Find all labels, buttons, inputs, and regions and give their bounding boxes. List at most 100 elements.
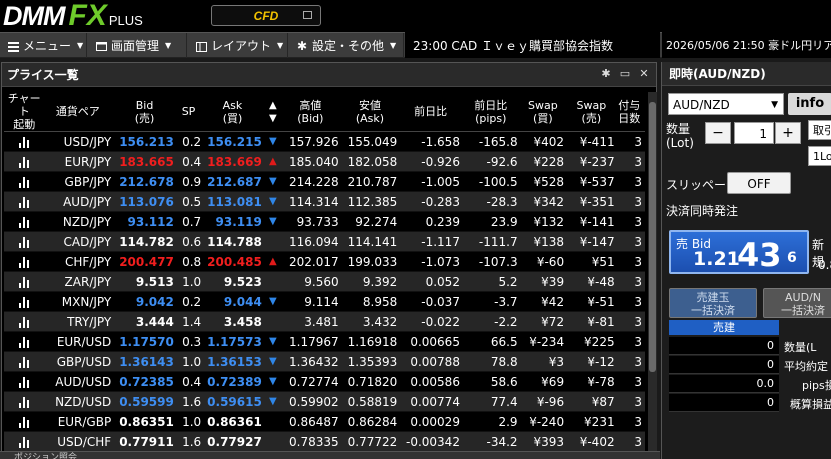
- bid-cell[interactable]: 0.59599: [115, 391, 176, 412]
- bid-cell[interactable]: 183.665: [115, 151, 176, 172]
- col-change-pips[interactable]: 前日比 (pips): [463, 92, 522, 132]
- bid-cell[interactable]: 114.782: [115, 231, 176, 252]
- col-bid[interactable]: Bid (売): [115, 92, 176, 132]
- ask-cell[interactable]: 200.485: [203, 251, 264, 272]
- ask-cell[interactable]: 1.36153: [203, 351, 264, 372]
- settings-button[interactable]: ✱ 設定・その他 ▼: [289, 33, 404, 58]
- price-row[interactable]: GBP/JPY 212.678 0.9 212.687 ▼ 214.228 210.787-…: [4, 171, 645, 192]
- maximize-icon[interactable]: ▭: [619, 68, 631, 80]
- chart-launch-icon[interactable]: [4, 391, 45, 412]
- slippage-toggle[interactable]: OFF: [727, 172, 791, 194]
- datetime-ticker[interactable]: 2026/05/06 21:50 豪ドル円リアル: [662, 32, 831, 58]
- lot-unit-box[interactable]: 1Lo: [808, 146, 831, 166]
- ask-cell[interactable]: 113.081: [203, 191, 264, 212]
- bid-cell[interactable]: 212.678: [115, 171, 176, 192]
- price-row[interactable]: CAD/JPY 114.782 0.6 114.788 116.094 114.141 -1…: [4, 231, 645, 252]
- ask-cell[interactable]: 9.523: [203, 271, 264, 292]
- price-row[interactable]: EUR/USD 1.17570 0.3 1.17573 ▼ 1.17967 1.16918 0…: [4, 331, 645, 352]
- ask-cell[interactable]: 0.59615: [203, 391, 264, 412]
- bid-cell[interactable]: 0.72385: [115, 371, 176, 392]
- chart-launch-icon[interactable]: [4, 171, 45, 192]
- qty-input[interactable]: 1: [734, 122, 774, 144]
- sell-position-settle-button[interactable]: 売建玉 一括決済: [669, 288, 757, 318]
- price-row[interactable]: AUD/JPY 113.076 0.5 113.081 ▼ 114.314 112.385-…: [4, 191, 645, 212]
- layout-button[interactable]: レイアウト ▼: [188, 33, 288, 58]
- ask-cell[interactable]: 93.119: [203, 211, 264, 232]
- ask-cell[interactable]: 9.044: [203, 291, 264, 312]
- chart-launch-icon[interactable]: [4, 351, 45, 372]
- bid-cell[interactable]: 113.076: [115, 191, 176, 212]
- ask-cell[interactable]: 156.215: [203, 131, 264, 152]
- col-days[interactable]: 付与 日数: [616, 92, 645, 132]
- chart-launch-icon[interactable]: [4, 211, 45, 232]
- bid-cell[interactable]: 93.112: [115, 211, 176, 232]
- pair-select[interactable]: AUD/NZD ▼: [668, 93, 784, 115]
- chart-launch-icon[interactable]: [4, 151, 45, 172]
- price-row[interactable]: CHF/JPY 200.477 0.8 200.485 ▲ 202.017 199.033-…: [4, 251, 645, 272]
- menu-button[interactable]: メニュー ▼: [0, 33, 87, 58]
- chart-launch-icon[interactable]: [4, 371, 45, 392]
- bid-cell[interactable]: 3.444: [115, 311, 176, 332]
- chart-launch-icon[interactable]: [4, 251, 45, 272]
- chart-launch-icon[interactable]: [4, 411, 45, 432]
- news-ticker[interactable]: 23:00 CAD Ｉｖｅｙ購買部協会指数: [405, 32, 660, 58]
- price-row[interactable]: MXN/JPY 9.042 0.2 9.044 ▼ 9.114 8.958 -0.037 -3.…: [4, 291, 645, 312]
- bid-cell[interactable]: 0.86351: [115, 411, 176, 432]
- bid-cell[interactable]: 1.36143: [115, 351, 176, 372]
- sell-pips-value: 0.0: [669, 375, 779, 393]
- chart-launch-icon[interactable]: [4, 131, 45, 152]
- ask-cell[interactable]: 0.86361: [203, 411, 264, 432]
- ask-cell[interactable]: 0.72389: [203, 371, 264, 392]
- bid-cell[interactable]: 9.042: [115, 291, 176, 312]
- price-row[interactable]: EUR/JPY 183.665 0.4 183.669 ▲ 185.040 182.058-…: [4, 151, 645, 172]
- bid-cell[interactable]: 200.477: [115, 251, 176, 272]
- pair-settle-button[interactable]: AUD/N 一括決済: [763, 288, 831, 318]
- col-swap-buy[interactable]: Swap (買): [521, 92, 569, 132]
- sell-bid-button[interactable]: 売 Bid 1.21 43 6: [669, 230, 809, 274]
- chart-launch-icon[interactable]: [4, 271, 45, 292]
- qty-minus-button[interactable]: −: [705, 122, 731, 144]
- ask-cell[interactable]: 212.687: [203, 171, 264, 192]
- price-list-scrollbar[interactable]: [648, 92, 657, 458]
- chart-launch-icon[interactable]: [4, 311, 45, 332]
- ask-cell[interactable]: 114.788: [203, 231, 264, 252]
- ask-cell[interactable]: 0.77927: [203, 431, 264, 452]
- col-swap-sell[interactable]: Swap (売): [568, 92, 617, 132]
- bid-cell[interactable]: 1.17570: [115, 331, 176, 352]
- qty-plus-button[interactable]: +: [775, 122, 801, 144]
- bid-cell[interactable]: 9.513: [115, 271, 176, 292]
- price-row[interactable]: USD/CHF 0.77911 1.6 0.77927 0.78335 0.77722 -0…: [4, 431, 645, 452]
- gear-icon[interactable]: ✱: [600, 68, 612, 80]
- position-panel-title[interactable]: ポジション照会: [0, 451, 660, 459]
- col-high[interactable]: 高値 (Bid): [282, 92, 343, 132]
- close-icon[interactable]: ✕: [638, 68, 650, 80]
- chart-launch-icon[interactable]: [4, 291, 45, 312]
- col-change[interactable]: 前日比: [401, 92, 464, 132]
- price-row[interactable]: USD/JPY 156.213 0.2 156.215 ▼ 157.926 155.049-…: [4, 131, 645, 152]
- info-button[interactable]: info: [788, 93, 831, 115]
- ask-cell[interactable]: 1.17573: [203, 331, 264, 352]
- price-row[interactable]: ZAR/JPY 9.513 1.0 9.523 9.560 9.392 0.052 5.2 ¥3…: [4, 271, 645, 292]
- scrollbar-thumb[interactable]: [649, 102, 656, 372]
- chart-launch-icon[interactable]: [4, 191, 45, 212]
- price-row[interactable]: EUR/GBP 0.86351 1.0 0.86361 0.86487 0.86284 0.…: [4, 411, 645, 432]
- bid-cell[interactable]: 156.213: [115, 131, 176, 152]
- ask-cell[interactable]: 183.669: [203, 151, 264, 172]
- col-ask[interactable]: Ask (買): [203, 92, 264, 132]
- chart-launch-icon[interactable]: [4, 231, 45, 252]
- chart-launch-icon[interactable]: [4, 331, 45, 352]
- col-pair[interactable]: 通貨ペア: [44, 92, 116, 132]
- price-row[interactable]: GBP/USD 1.36143 1.0 1.36153 ▼ 1.36432 1.35393 0…: [4, 351, 645, 372]
- trade-type-box[interactable]: 取引: [808, 120, 831, 140]
- col-sp[interactable]: SP: [175, 92, 204, 132]
- price-row[interactable]: NZD/USD 0.59599 1.6 0.59615 ▼ 0.59902 0.58819 0…: [4, 391, 645, 412]
- price-row[interactable]: TRY/JPY 3.444 1.4 3.458 3.481 3.432 -0.022 -2.2…: [4, 311, 645, 332]
- cfd-switch-button[interactable]: CFD: [211, 5, 321, 26]
- col-low[interactable]: 安値 (Ask): [342, 92, 402, 132]
- chart-launch-icon[interactable]: [4, 431, 45, 452]
- price-row[interactable]: NZD/JPY 93.112 0.7 93.119 ▼ 93.733 92.274 0.239…: [4, 211, 645, 232]
- screen-manage-button[interactable]: 画面管理 ▼: [88, 33, 187, 58]
- ask-cell[interactable]: 3.458: [203, 311, 264, 332]
- price-row[interactable]: AUD/USD 0.72385 0.4 0.72389 ▼ 0.72774 0.71820 0…: [4, 371, 645, 392]
- bid-cell[interactable]: 0.77911: [115, 431, 176, 452]
